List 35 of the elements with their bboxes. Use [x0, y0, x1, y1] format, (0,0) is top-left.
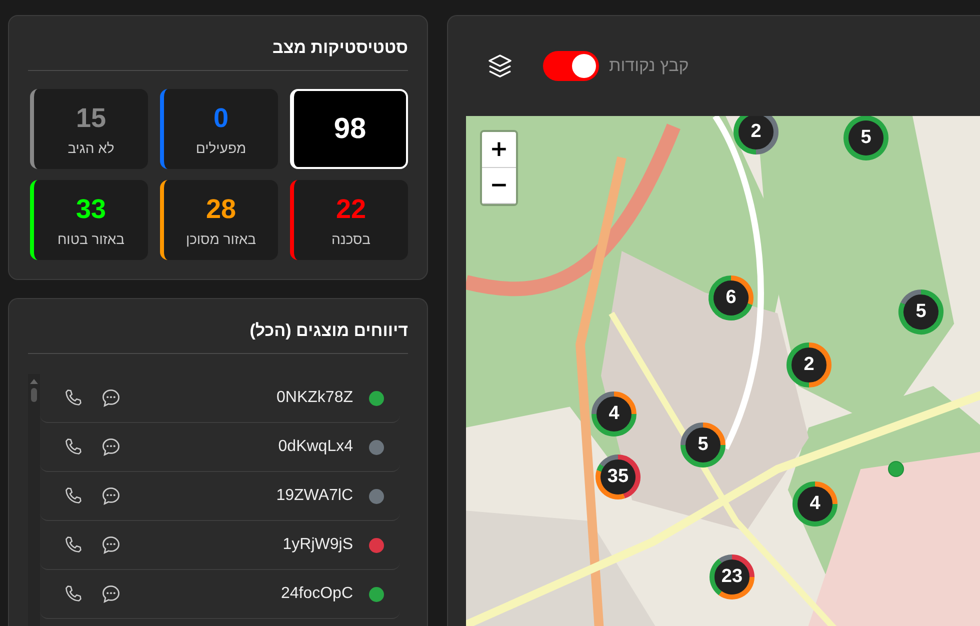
toggle-label: קבץ נקודות: [609, 56, 689, 76]
chat-icon[interactable]: [100, 387, 122, 409]
panel-title: דיווחים מוצגים (הכל): [248, 320, 408, 342]
report-item[interactable]: 19ZWA7lC: [40, 472, 400, 521]
chat-icon[interactable]: [100, 534, 122, 556]
stat-value: 98: [334, 112, 366, 146]
panel-title: סטטיסטיקות מצב: [272, 37, 408, 59]
report-id: 1yRjW9jS: [282, 536, 353, 554]
zoom-out-button[interactable]: −: [482, 168, 516, 204]
stat-card[interactable]: 98: [290, 89, 408, 169]
report-id: 0NKZk78Z: [276, 389, 353, 407]
stat-label: באזור מסוכן: [186, 230, 256, 246]
report-item[interactable]: 1yRjW9jS: [40, 521, 400, 570]
report-item[interactable]: 0dKwqLx4: [40, 423, 400, 472]
stat-label: לא הגיב: [68, 140, 114, 156]
layers-icon[interactable]: [486, 52, 514, 80]
stat-value: 28: [206, 194, 236, 224]
stat-value: 15: [76, 102, 106, 134]
report-id: 24focOpC: [280, 585, 353, 603]
stat-value: 22: [336, 194, 366, 224]
report-id: 0dKwqLx4: [278, 438, 353, 456]
chat-icon[interactable]: [100, 485, 122, 507]
report-id: 19ZWA7lC: [276, 487, 353, 505]
stat-value: 0: [213, 102, 229, 134]
cluster-toggle[interactable]: [543, 51, 599, 81]
report-item[interactable]: 0NKZk78Z: [40, 374, 400, 423]
zoom-in-button[interactable]: +: [482, 132, 516, 168]
stat-label: באזור בטוח: [57, 230, 125, 246]
stat-value: 33: [76, 194, 106, 224]
chat-icon[interactable]: [100, 583, 122, 605]
report-item[interactable]: 24focOpC: [40, 570, 400, 619]
chat-icon[interactable]: [100, 436, 122, 458]
stat-label: בסכנה: [331, 230, 371, 246]
stat-label: מפעילים: [196, 140, 246, 156]
scrollbar[interactable]: [28, 374, 40, 626]
